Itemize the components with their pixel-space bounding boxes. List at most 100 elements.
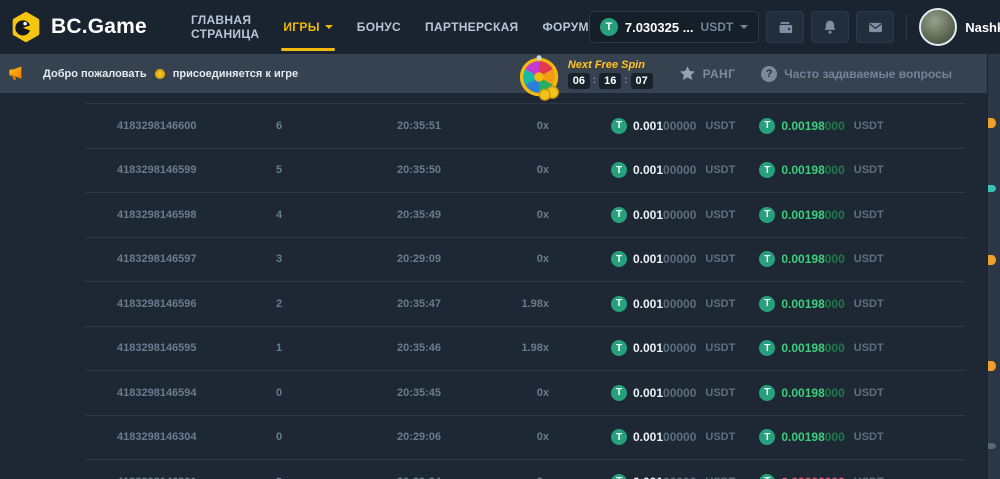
- bet-row[interactable]: 4183298146598 4 20:35:49 0x T 0.00100000…: [85, 192, 965, 237]
- timer-hours: 06: [568, 73, 590, 89]
- bet-amount-main: 0.001: [633, 119, 663, 133]
- tether-coin-icon: T: [611, 340, 627, 356]
- free-spin-title: Next Free Spin: [568, 59, 653, 71]
- top-navigation-bar: BC.Game ГЛАВНАЯ СТРАНИЦА ИГРЫ БОНУС ПАРТ…: [0, 0, 1000, 54]
- payout-currency: USDT: [854, 253, 884, 265]
- bet-currency: USDT: [705, 164, 735, 176]
- wallet-button[interactable]: [766, 11, 804, 43]
- rank-link[interactable]: РАНГ: [679, 65, 736, 82]
- bet-amount-dim: 00000: [663, 341, 696, 355]
- nav-item-games[interactable]: ИГРЫ: [283, 0, 332, 54]
- bet-value: 3: [229, 253, 329, 265]
- tether-coin-icon: T: [759, 429, 775, 445]
- tether-coin-icon: T: [759, 118, 775, 134]
- bet-time: 20:35:49: [329, 209, 509, 221]
- megaphone-icon: [8, 64, 27, 83]
- payout-amount-main: 0.00198: [781, 297, 824, 311]
- tether-coin-icon: T: [611, 162, 627, 178]
- bet-row[interactable]: 4183298146595 1 20:35:46 1.98x T 0.00100…: [85, 326, 965, 371]
- chat-emoji-fragment: [988, 118, 996, 128]
- bet-currency: USDT: [705, 120, 735, 132]
- free-spin-widget[interactable]: Next Free Spin 06 : 16 : 07: [516, 53, 653, 95]
- nav-item-home[interactable]: ГЛАВНАЯ СТРАНИЦА: [191, 0, 259, 54]
- bet-row[interactable]: 4183298146301 9 20:29:04 0x T 0.00100000…: [85, 459, 965, 479]
- bet-amount-group: T 0.00100000 USDT: [611, 118, 735, 134]
- bet-amount-group: T 0.00100000 USDT: [611, 207, 735, 223]
- bet-id: 4183298146597: [117, 253, 229, 265]
- avatar: [919, 8, 957, 46]
- payout-group: T 0.00198000 USDT: [759, 429, 883, 445]
- nav-item-affiliate[interactable]: ПАРТНЕРСКАЯ: [425, 0, 518, 54]
- topbar-right-cluster: T 7.030325 ... USDT: [589, 8, 1000, 46]
- nav-item-bonus[interactable]: БОНУС: [357, 0, 401, 54]
- messages-button[interactable]: [856, 11, 894, 43]
- payout-amount-dim: 000: [825, 430, 845, 444]
- spin-meta: Next Free Spin 06 : 16 : 07: [568, 59, 653, 89]
- bet-row[interactable]: 4183298146597 3 20:29:09 0x T 0.00100000…: [85, 237, 965, 282]
- bet-row[interactable]: 4183298146599 5 20:35:50 0x T 0.00100000…: [85, 148, 965, 193]
- bet-row[interactable]: 4183298146594 0 20:35:45 0x T 0.00100000…: [85, 370, 965, 415]
- bet-value: 2: [229, 298, 329, 310]
- bet-amount-main: 0.001: [633, 208, 663, 222]
- tether-coin-icon: T: [759, 474, 775, 479]
- bet-multiplier: 0x: [509, 164, 549, 176]
- bet-amount-dim: 00000: [663, 163, 696, 177]
- payout-group: T 0.00198000 USDT: [759, 340, 883, 356]
- bet-row[interactable]: 4183298146304 0 20:29:06 0x T 0.00100000…: [85, 415, 965, 460]
- payout-group: T 0.00198000 USDT: [759, 251, 883, 267]
- payout-amount-main: 0.00198: [781, 341, 824, 355]
- payout-amount-dim: 000: [825, 163, 845, 177]
- tether-coin-icon: T: [759, 162, 775, 178]
- bets-table-body: 4183298146600 6 20:35:51 0x T 0.00100000…: [85, 103, 965, 479]
- bet-multiplier: 1.98x: [509, 342, 549, 354]
- bet-amount-dim: 00000: [663, 252, 696, 266]
- faq-link[interactable]: ? Часто задаваемые вопросы: [761, 66, 952, 82]
- payout-amount-main: 0.00000000: [781, 475, 844, 479]
- question-icon: ?: [761, 66, 777, 82]
- payout-currency: USDT: [854, 431, 884, 443]
- chat-emoji-fragment: [988, 185, 996, 192]
- wallet-icon: [777, 19, 794, 36]
- tether-coin-icon: T: [611, 474, 627, 479]
- bet-multiplier: 0x: [509, 120, 549, 132]
- nav-item-label: ГЛАВНАЯ СТРАНИЦА: [191, 13, 259, 41]
- payout-amount-main: 0.00198: [781, 386, 824, 400]
- promo-cluster: Next Free Spin 06 : 16 : 07 РАНГ: [516, 53, 952, 95]
- main-nav: ГЛАВНАЯ СТРАНИЦА ИГРЫ БОНУС ПАРТНЕРСКАЯ …: [191, 0, 589, 54]
- bet-amount-group: T 0.00100000 USDT: [611, 251, 735, 267]
- bet-id: 4183298146594: [117, 387, 229, 399]
- balance-dropdown[interactable]: T 7.030325 ... USDT: [589, 11, 759, 43]
- bet-value: 0: [229, 431, 329, 443]
- tether-coin-icon: T: [759, 207, 775, 223]
- payout-currency: USDT: [854, 164, 884, 176]
- notifications-button[interactable]: [811, 11, 849, 43]
- tether-coin-icon: T: [759, 385, 775, 401]
- payout-currency: USDT: [854, 387, 884, 399]
- app-window: BC.Game ГЛАВНАЯ СТРАНИЦА ИГРЫ БОНУС ПАРТ…: [0, 0, 1000, 479]
- user-menu[interactable]: Nashka: [919, 8, 1000, 46]
- bet-currency: USDT: [705, 253, 735, 265]
- bet-amount-group: T 0.00100000 USDT: [611, 429, 735, 445]
- tether-coin-icon: T: [759, 340, 775, 356]
- bet-multiplier: 0x: [509, 253, 549, 265]
- payout-amount-main: 0.00198: [781, 430, 824, 444]
- nav-item-forum[interactable]: ФОРУМ: [542, 0, 588, 54]
- bet-row[interactable]: 4183298146596 2 20:35:47 1.98x T 0.00100…: [85, 281, 965, 326]
- payout-amount-main: 0.00198: [781, 252, 824, 266]
- payout-group: T 0.00198000 USDT: [759, 385, 883, 401]
- brand-logo-link[interactable]: BC.Game: [10, 11, 147, 43]
- payout-currency: USDT: [854, 342, 884, 354]
- bet-row[interactable]: 4183298146600 6 20:35:51 0x T 0.00100000…: [85, 103, 965, 148]
- bet-time: 20:29:09: [329, 253, 509, 265]
- payout-amount-main: 0.00198: [781, 119, 824, 133]
- bet-amount-main: 0.001: [633, 297, 663, 311]
- bet-currency: USDT: [705, 431, 735, 443]
- bet-id: 4183298146600: [117, 120, 229, 132]
- tether-coin-icon: T: [759, 251, 775, 267]
- bet-time: 20:35:46: [329, 342, 509, 354]
- bet-amount-main: 0.001: [633, 163, 663, 177]
- bet-time: 20:35:45: [329, 387, 509, 399]
- bet-time: 20:35:47: [329, 298, 509, 310]
- bet-multiplier: 1.98x: [509, 298, 549, 310]
- timer-separator: :: [593, 75, 596, 86]
